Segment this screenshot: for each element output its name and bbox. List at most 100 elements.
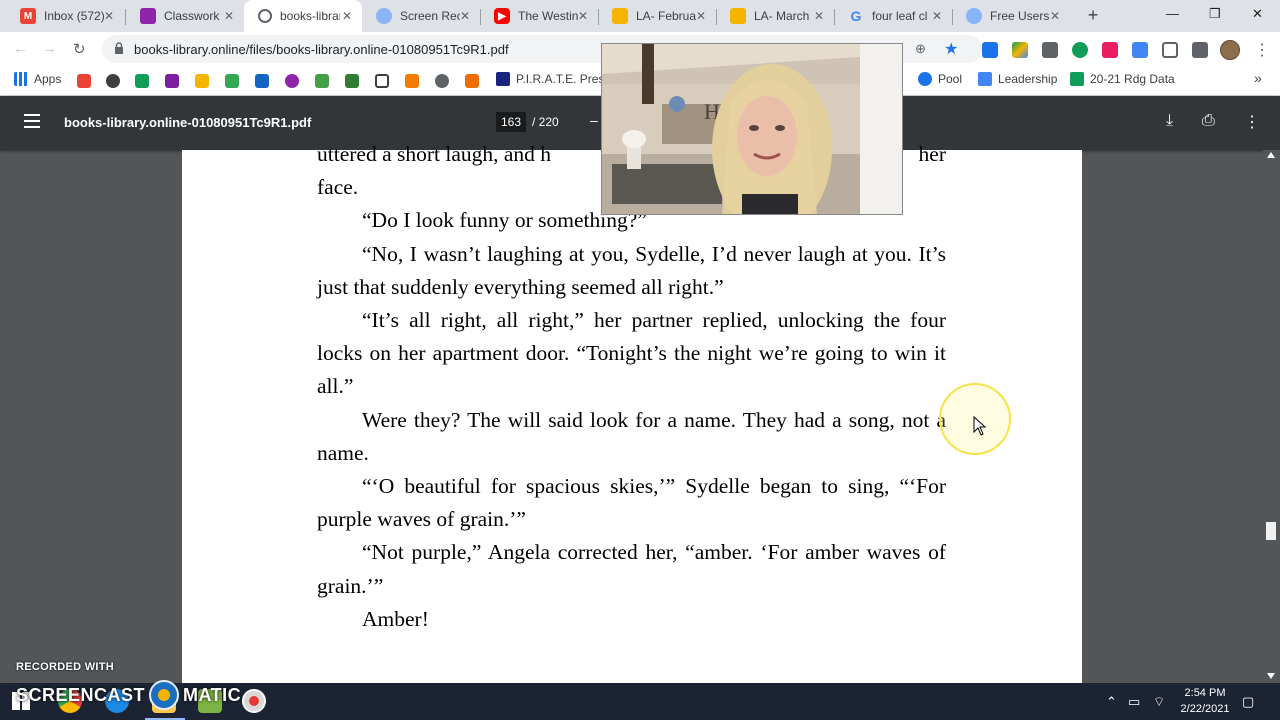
tab-strip: M Inbox (572) ✕ Classwork ✕ books-librar… [0,0,1280,32]
bookmark-apps[interactable]: Apps [14,72,61,86]
more-options-icon[interactable]: ⋮ [1244,112,1260,132]
network-icon[interactable]: ▭ [1128,694,1140,710]
close-icon[interactable]: ✕ [932,9,942,23]
show-hidden-icons[interactable]: ⌃ [1106,694,1117,710]
drive-icon[interactable] [225,74,239,88]
paragraph: “It’s all right, all right,” her partner… [317,308,946,399]
tab-la-february[interactable]: LA- Februa ✕ [598,0,716,32]
bookmark-star-icon[interactable]: ★ [944,39,958,59]
bookmark-label: P.I.R.A.T.E. Press [516,72,611,86]
webcam-feed-image: H [602,44,902,214]
minimize-icon[interactable]: — [1166,6,1179,21]
back-icon[interactable]: ← [13,40,28,57]
sheets-icon [1070,72,1084,86]
scrollbar[interactable] [1263,150,1280,683]
tab-label: Free Users [990,9,1050,23]
extension-icon[interactable] [1162,42,1178,58]
extension-icon[interactable] [1132,42,1148,58]
restore-icon[interactable]: ❐ [1209,6,1221,22]
extension-icon[interactable] [1042,42,1058,58]
clock-date: 2/22/2021 [1180,703,1230,715]
brand-left: SCREENCAST [16,684,146,705]
tab-four-leaf[interactable]: G four leaf cl ✕ [834,0,952,32]
apps-grid-icon [14,72,28,86]
page-number-input[interactable]: 163 [496,112,526,132]
webcam-overlay[interactable]: H [601,43,903,215]
tab-screen-recorder[interactable]: Screen Rec ✕ [362,0,480,32]
sis-icon[interactable] [255,74,269,88]
screencast-icon [966,8,982,24]
close-icon[interactable]: ✕ [224,9,234,23]
forward-icon[interactable]: → [42,40,57,57]
close-icon[interactable]: ✕ [696,9,706,23]
slides-icon[interactable] [195,74,209,88]
gmail-icon[interactable] [77,74,91,88]
close-window-icon[interactable]: ✕ [1252,6,1263,22]
wifi-icon[interactable]: ⌔ [1153,694,1165,710]
avatar[interactable] [1220,40,1240,60]
tab-label: LA- Februa [636,9,696,23]
tab-westin[interactable]: ▶ The Westin ✕ [480,0,598,32]
zoom-icon[interactable]: ⊕ [915,41,926,57]
bookmark-leadership[interactable]: Leadership [978,72,1057,86]
bookmark-icon[interactable] [315,74,329,88]
classroom-icon[interactable] [135,74,149,88]
shield-icon[interactable] [375,74,389,88]
close-icon[interactable]: ✕ [1050,9,1060,23]
tab-free-users[interactable]: Free Users ✕ [952,0,1070,32]
bookmark-label: Pool [938,72,963,86]
url-text: books-library.online/files/books-library… [134,42,509,57]
close-icon[interactable]: ✕ [104,9,114,23]
close-icon[interactable]: ✕ [814,9,824,23]
notifications-icon[interactable]: ▢ [1242,694,1254,710]
reload-icon[interactable]: ↻ [73,40,86,58]
bookmark-icon[interactable] [465,74,479,88]
extension-icon[interactable] [1102,42,1118,58]
tab-la-march[interactable]: LA- March ✕ [716,0,834,32]
bookmark-icon[interactable] [165,74,179,88]
new-tab-button[interactable]: + [1082,5,1104,26]
docs-icon [978,72,992,86]
bookmark-icon[interactable] [285,74,299,88]
menu-icon[interactable] [24,114,40,128]
screencast-icon [149,680,180,710]
slides-icon [730,8,746,24]
pdf-title: books-library.online-01080951Tc9R1.pdf [64,115,312,130]
bookmark-pirate-press[interactable]: P.I.R.A.T.E. Press [496,72,610,86]
more-bookmarks-button[interactable]: » [1254,70,1262,86]
close-icon[interactable]: ✕ [578,9,588,23]
close-icon[interactable]: ✕ [342,9,352,23]
print-icon[interactable]: ⎙ [1202,112,1215,130]
record-button[interactable] [242,689,266,713]
paragraph: “Not purple,” Angela corrected her, “amb… [317,540,946,598]
menu-kebab-icon[interactable]: ⋮ [1254,40,1270,60]
globe-icon[interactable] [435,74,449,88]
bookmark-pool[interactable]: Pool [918,72,962,86]
brand-right: MATIC [183,684,242,705]
clock-time: 2:54 PM [1184,687,1226,699]
download-icon[interactable]: ⤓ [1166,112,1173,130]
scroll-up-icon[interactable] [1267,152,1275,158]
tab-inbox[interactable]: M Inbox (572) ✕ [6,0,124,32]
page-total: / 220 [532,115,559,129]
puzzle-icon[interactable] [1192,42,1208,58]
lock-icon [115,42,123,54]
bookmark-rdg-data[interactable]: 20-21 Rdg Data [1070,72,1175,86]
scroll-down-icon[interactable] [1267,673,1275,679]
drive-icon[interactable] [1012,42,1028,58]
system-clock[interactable]: 2:54 PM 2/22/2021 [1170,685,1240,717]
globe-icon[interactable] [106,74,120,88]
extension-icon[interactable] [1072,42,1088,58]
bookmark-icon[interactable] [345,74,359,88]
zoom-out-icon[interactable]: – [590,112,598,128]
tab-books-library[interactable]: books-library ✕ [244,0,362,32]
tab-label: Inbox (572) [44,9,104,23]
tab-label: books-library [280,9,340,23]
scroll-thumb[interactable] [1266,522,1276,540]
extension-icon[interactable] [982,42,998,58]
chart-icon[interactable] [405,74,419,88]
tab-classwork[interactable]: Classwork ✕ [126,0,244,32]
paragraph: Were they? The will said look for a name… [317,407,946,465]
youtube-icon: ▶ [494,8,510,24]
close-icon[interactable]: ✕ [460,9,470,23]
